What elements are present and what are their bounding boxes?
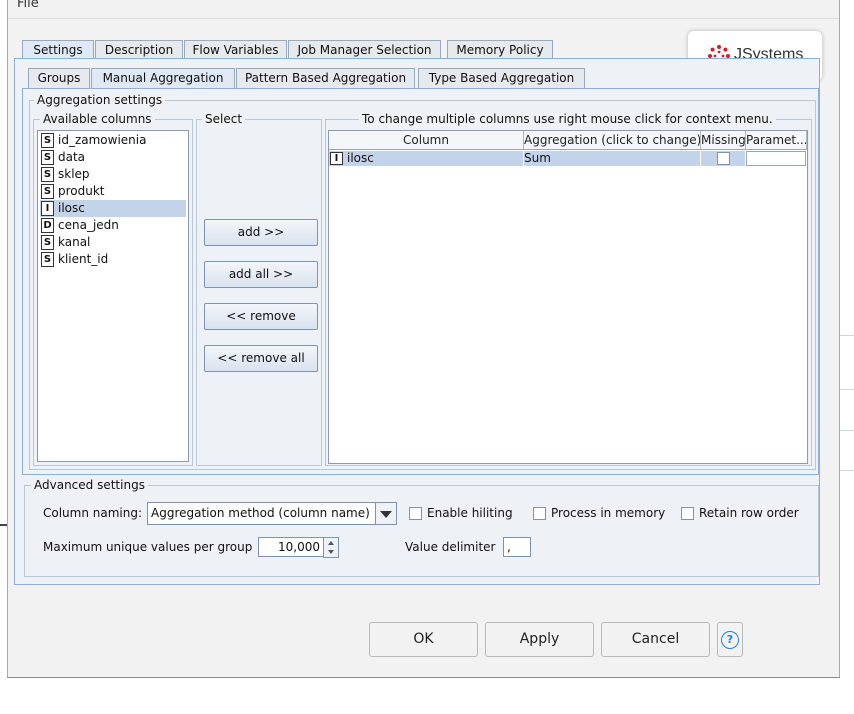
- column-name: ilosc: [58, 201, 85, 215]
- list-item[interactable]: Dcena_jedn: [40, 217, 186, 234]
- add-button[interactable]: add >>: [204, 219, 318, 246]
- max-unique-values-stepper[interactable]: [323, 537, 339, 558]
- help-icon: ?: [721, 631, 739, 649]
- select-legend: Select: [202, 112, 246, 126]
- list-item[interactable]: Skanal: [40, 234, 186, 251]
- column-name: sklep: [58, 167, 90, 181]
- table-cell-missing[interactable]: [701, 151, 745, 166]
- column-header-column[interactable]: Column: [329, 131, 524, 150]
- remove-all-button[interactable]: << remove all: [204, 345, 318, 372]
- column-name: produkt: [58, 184, 105, 198]
- column-name: klient_id: [58, 252, 109, 266]
- integer-type-icon: I: [41, 201, 54, 216]
- process-in-memory-option: Process in memory: [533, 506, 665, 520]
- list-item[interactable]: Sid_zamowienia: [40, 132, 186, 149]
- column-name: kanal: [58, 235, 91, 249]
- enable-hiliting-checkbox[interactable]: [409, 507, 422, 520]
- aggregation-table[interactable]: Column Aggregation (click to change) Mis…: [328, 130, 808, 464]
- menu-bar: File: [8, 0, 839, 19]
- list-item[interactable]: Sdata: [40, 149, 186, 166]
- advanced-settings-group: [24, 485, 819, 577]
- aggregation-settings-legend: Aggregation settings: [34, 93, 166, 107]
- tab-pattern-based-aggregation[interactable]: Pattern Based Aggregation: [236, 68, 415, 88]
- remove-button[interactable]: << remove: [204, 303, 318, 330]
- menu-file[interactable]: File: [17, 0, 39, 11]
- tab-flow-variables[interactable]: Flow Variables: [184, 40, 287, 60]
- context-menu-hint: To change multiple columns use right mou…: [359, 112, 776, 126]
- help-button[interactable]: ?: [717, 622, 743, 657]
- available-columns-list[interactable]: Sid_zamowienia Sdata Ssklep Sprodukt Iil…: [37, 130, 189, 462]
- column-naming-label: Column naming:: [43, 506, 143, 520]
- column-header-parameters[interactable]: Paramet...: [746, 131, 807, 150]
- column-naming-select[interactable]: Aggregation method (column name): [147, 502, 376, 525]
- column-name: cena_jedn: [58, 218, 119, 232]
- retain-row-order-checkbox[interactable]: [681, 507, 694, 520]
- max-unique-values-label: Maximum unique values per group: [43, 540, 253, 554]
- tab-memory-policy[interactable]: Memory Policy: [447, 40, 553, 60]
- row-column-name: ilosc: [347, 151, 374, 165]
- value-delimiter-label: Value delimiter: [405, 540, 496, 554]
- row-aggregation-method: Sum: [524, 151, 551, 165]
- select-group: [196, 119, 322, 466]
- tab-manual-aggregation[interactable]: Manual Aggregation: [91, 68, 235, 89]
- integer-type-icon: I: [330, 152, 343, 165]
- tab-description[interactable]: Description: [95, 40, 183, 60]
- column-header-missing[interactable]: Missing: [701, 131, 746, 150]
- process-in-memory-checkbox[interactable]: [533, 507, 546, 520]
- string-type-icon: S: [41, 184, 54, 199]
- table-cell-column[interactable]: Iilosc: [329, 151, 523, 166]
- tab-job-manager-selection[interactable]: Job Manager Selection: [288, 40, 441, 60]
- string-type-icon: S: [41, 252, 54, 267]
- background-line: [838, 335, 854, 336]
- table-cell-aggregation[interactable]: Sum: [524, 151, 700, 166]
- background-line: [838, 430, 854, 431]
- list-item[interactable]: Sklient_id: [40, 251, 186, 268]
- cancel-button[interactable]: Cancel: [601, 622, 710, 657]
- string-type-icon: S: [41, 133, 54, 148]
- chevron-down-icon[interactable]: [375, 502, 397, 525]
- apply-button[interactable]: Apply: [485, 622, 594, 657]
- enable-hiliting-option: Enable hiliting: [409, 506, 513, 520]
- value-delimiter-input[interactable]: ,: [503, 537, 531, 557]
- enable-hiliting-label: Enable hiliting: [427, 506, 513, 520]
- missing-checkbox[interactable]: [716, 152, 730, 165]
- table-cell-parameters[interactable]: [746, 151, 806, 166]
- list-item[interactable]: Ssklep: [40, 166, 186, 183]
- advanced-settings-legend: Advanced settings: [31, 478, 148, 492]
- tab-groups[interactable]: Groups: [28, 68, 90, 88]
- add-all-button[interactable]: add all >>: [204, 261, 318, 288]
- list-item[interactable]: Iilosc: [40, 200, 186, 217]
- background-line: [838, 389, 854, 390]
- string-type-icon: S: [41, 167, 54, 182]
- double-type-icon: D: [41, 218, 54, 233]
- list-item[interactable]: Sprodukt: [40, 183, 186, 200]
- column-header-aggregation[interactable]: Aggregation (click to change): [524, 131, 701, 150]
- background-line: [838, 470, 854, 471]
- process-in-memory-label: Process in memory: [551, 506, 666, 520]
- column-name: data: [58, 150, 86, 164]
- string-type-icon: S: [41, 235, 54, 250]
- available-columns-legend: Available columns: [40, 112, 155, 126]
- retain-row-order-option: Retain row order: [681, 506, 799, 520]
- string-type-icon: S: [41, 150, 54, 165]
- column-name: id_zamowienia: [58, 133, 147, 147]
- ok-button[interactable]: OK: [369, 622, 478, 657]
- retain-row-order-label: Retain row order: [699, 506, 799, 520]
- max-unique-values-input[interactable]: 10,000: [258, 537, 324, 557]
- tab-type-based-aggregation[interactable]: Type Based Aggregation: [418, 68, 585, 88]
